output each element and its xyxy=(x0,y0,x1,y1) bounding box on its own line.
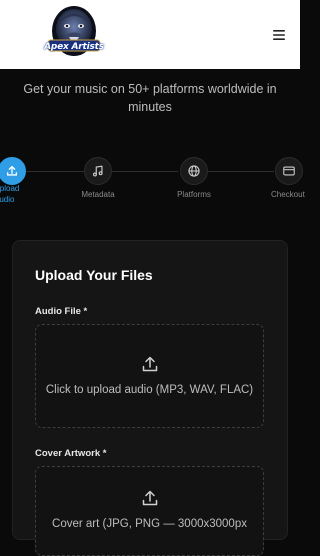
logo-text: Apex Artists xyxy=(44,42,104,52)
upload-icon xyxy=(6,165,18,176)
gorilla-logo-icon xyxy=(47,6,101,56)
step-metadata[interactable] xyxy=(84,157,112,185)
audio-dropzone-text: Click to upload audio (MP3, WAV, FLAC) xyxy=(45,384,254,396)
globe-icon xyxy=(188,165,200,177)
audio-dropzone[interactable]: Click to upload audio (MP3, WAV, FLAC) xyxy=(35,324,264,428)
step-connector xyxy=(112,171,178,172)
step-platforms-label: Platforms xyxy=(177,190,211,199)
step-checkout[interactable] xyxy=(275,157,303,185)
step-upload-audio-label: Upload Audio xyxy=(0,183,19,205)
menu-button[interactable] xyxy=(268,24,290,46)
upload-icon xyxy=(140,488,160,508)
cover-dropzone-text: Cover art (JPG, PNG — 3000x3000px xyxy=(52,518,247,530)
step-connector xyxy=(208,171,274,172)
cover-dropzone[interactable]: Cover art (JPG, PNG — 3000x3000px xyxy=(35,466,264,556)
hamburger-menu-icon xyxy=(273,30,285,40)
credit-card-icon xyxy=(283,166,295,176)
cover-artwork-label: Cover Artwork * xyxy=(35,448,107,459)
step-checkout-label: Checkout xyxy=(271,190,305,199)
audio-file-label: Audio File * xyxy=(35,306,88,317)
step-label-line: Audio xyxy=(0,195,15,204)
subtitle-line-2: minutes xyxy=(128,100,172,114)
step-platforms[interactable] xyxy=(180,157,208,185)
page-subtitle: Get your music on 50+ platforms worldwid… xyxy=(20,80,280,116)
upload-icon xyxy=(140,354,160,374)
music-note-icon xyxy=(92,165,103,177)
step-label-line: Upload xyxy=(0,184,20,193)
top-header: Apex Artists xyxy=(0,0,300,69)
upload-card-title: Upload Your Files xyxy=(35,267,153,283)
step-metadata-label: Metadata xyxy=(81,190,115,199)
subtitle-line-1: Get your music on 50+ platforms worldwid… xyxy=(23,82,277,96)
apex-artists-logo[interactable]: Apex Artists xyxy=(42,2,106,64)
step-connector xyxy=(26,171,84,172)
step-upload-audio[interactable] xyxy=(0,157,26,185)
